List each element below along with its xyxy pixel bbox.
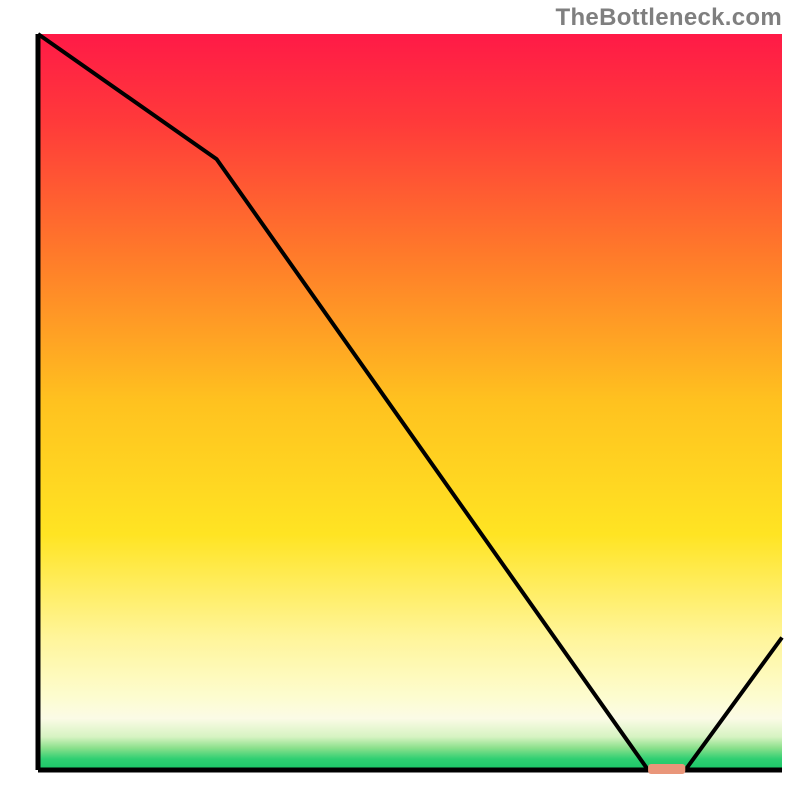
plot-background: [38, 34, 782, 770]
bottleneck-chart: [0, 0, 800, 800]
chart-container: { "watermark": "TheBottleneck.com", "cha…: [0, 0, 800, 800]
optimal-segment-marker: [648, 764, 685, 774]
